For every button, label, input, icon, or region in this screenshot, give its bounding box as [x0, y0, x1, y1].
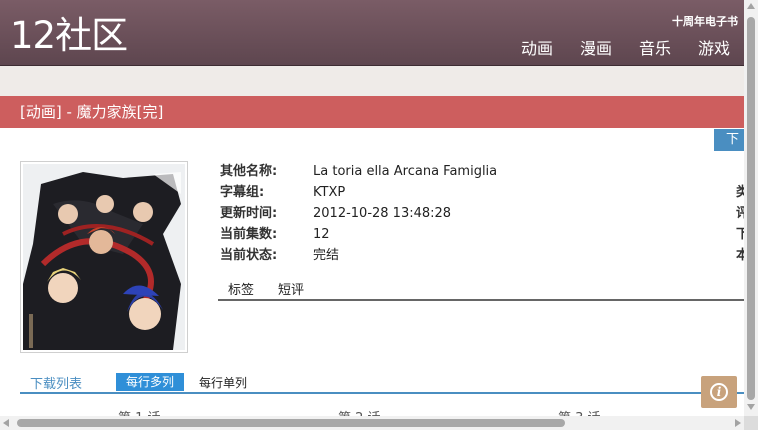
info-label: 更新时间: — [220, 206, 278, 221]
nav-item-anime[interactable]: 动画 — [521, 38, 553, 60]
view-mode-single-button[interactable]: 每行单列 — [199, 374, 247, 391]
download-button[interactable]: 下 — [714, 129, 744, 151]
detail-tabs: 标签 短评 — [218, 281, 744, 301]
info-right-column: 类 评 下 本 — [736, 183, 744, 267]
info-value: 完结 — [313, 248, 340, 263]
nav-item-games[interactable]: 游戏 — [698, 38, 730, 60]
horizontal-scrollbar[interactable] — [0, 416, 744, 430]
tab-reviews[interactable]: 短评 — [278, 282, 304, 300]
vertical-scroll-thumb[interactable] — [747, 17, 755, 400]
header-gap — [0, 66, 744, 96]
info-float-button[interactable]: i — [701, 376, 737, 408]
view-mode-multi-button[interactable]: 每行多列 — [116, 373, 185, 391]
info-icon: i — [710, 383, 728, 401]
scrollbar-corner — [744, 416, 758, 430]
info-value: 12 — [313, 227, 330, 242]
horizontal-scroll-thumb[interactable] — [17, 419, 565, 427]
info-value: La toria ella Arcana Famiglia — [313, 164, 498, 179]
scroll-up-icon[interactable] — [747, 3, 755, 9]
scroll-right-icon[interactable] — [735, 419, 741, 427]
poster-image — [20, 161, 188, 353]
info-label-clipped: 类 — [736, 185, 744, 200]
info-value[interactable]: KTXP — [313, 183, 345, 203]
info-label: 当前集数: — [220, 227, 278, 242]
info-label: 当前状态: — [220, 248, 278, 263]
info-label-clipped: 本 — [736, 248, 744, 263]
info-label-clipped: 评 — [736, 206, 744, 221]
site-logo[interactable]: 12社区 — [10, 14, 128, 58]
vertical-scrollbar[interactable] — [744, 0, 758, 416]
info-label: 其他名称: — [220, 164, 278, 179]
nav-item-manga[interactable]: 漫画 — [580, 38, 612, 60]
poster-illustration — [23, 164, 185, 350]
site-header: 12社区 十周年电子书 动画 漫画 音乐 游戏 — [0, 0, 744, 66]
page-title: [动画] - 魔力家族[完] — [20, 103, 164, 121]
scroll-down-icon[interactable] — [747, 404, 755, 410]
browser-viewport: 12社区 十周年电子书 动画 漫画 音乐 游戏 [动画] - 魔力家族[完] 下 — [0, 0, 758, 430]
download-list-label: 下载列表 — [30, 377, 83, 392]
info-label: 字幕组: — [220, 185, 265, 200]
main-nav: 动画 漫画 音乐 游戏 — [521, 38, 730, 60]
scroll-left-icon[interactable] — [3, 419, 9, 427]
info-value: 2012-10-28 13:48:28 — [313, 206, 452, 221]
tab-tags[interactable]: 标签 — [228, 282, 254, 300]
nav-item-music[interactable]: 音乐 — [639, 38, 671, 60]
title-bar: [动画] - 魔力家族[完] — [0, 96, 744, 128]
info-label-clipped: 下 — [736, 227, 744, 242]
promo-link[interactable]: 十周年电子书 — [672, 13, 738, 29]
download-list-header: 下载列表 每行多列 每行单列 — [20, 371, 744, 394]
